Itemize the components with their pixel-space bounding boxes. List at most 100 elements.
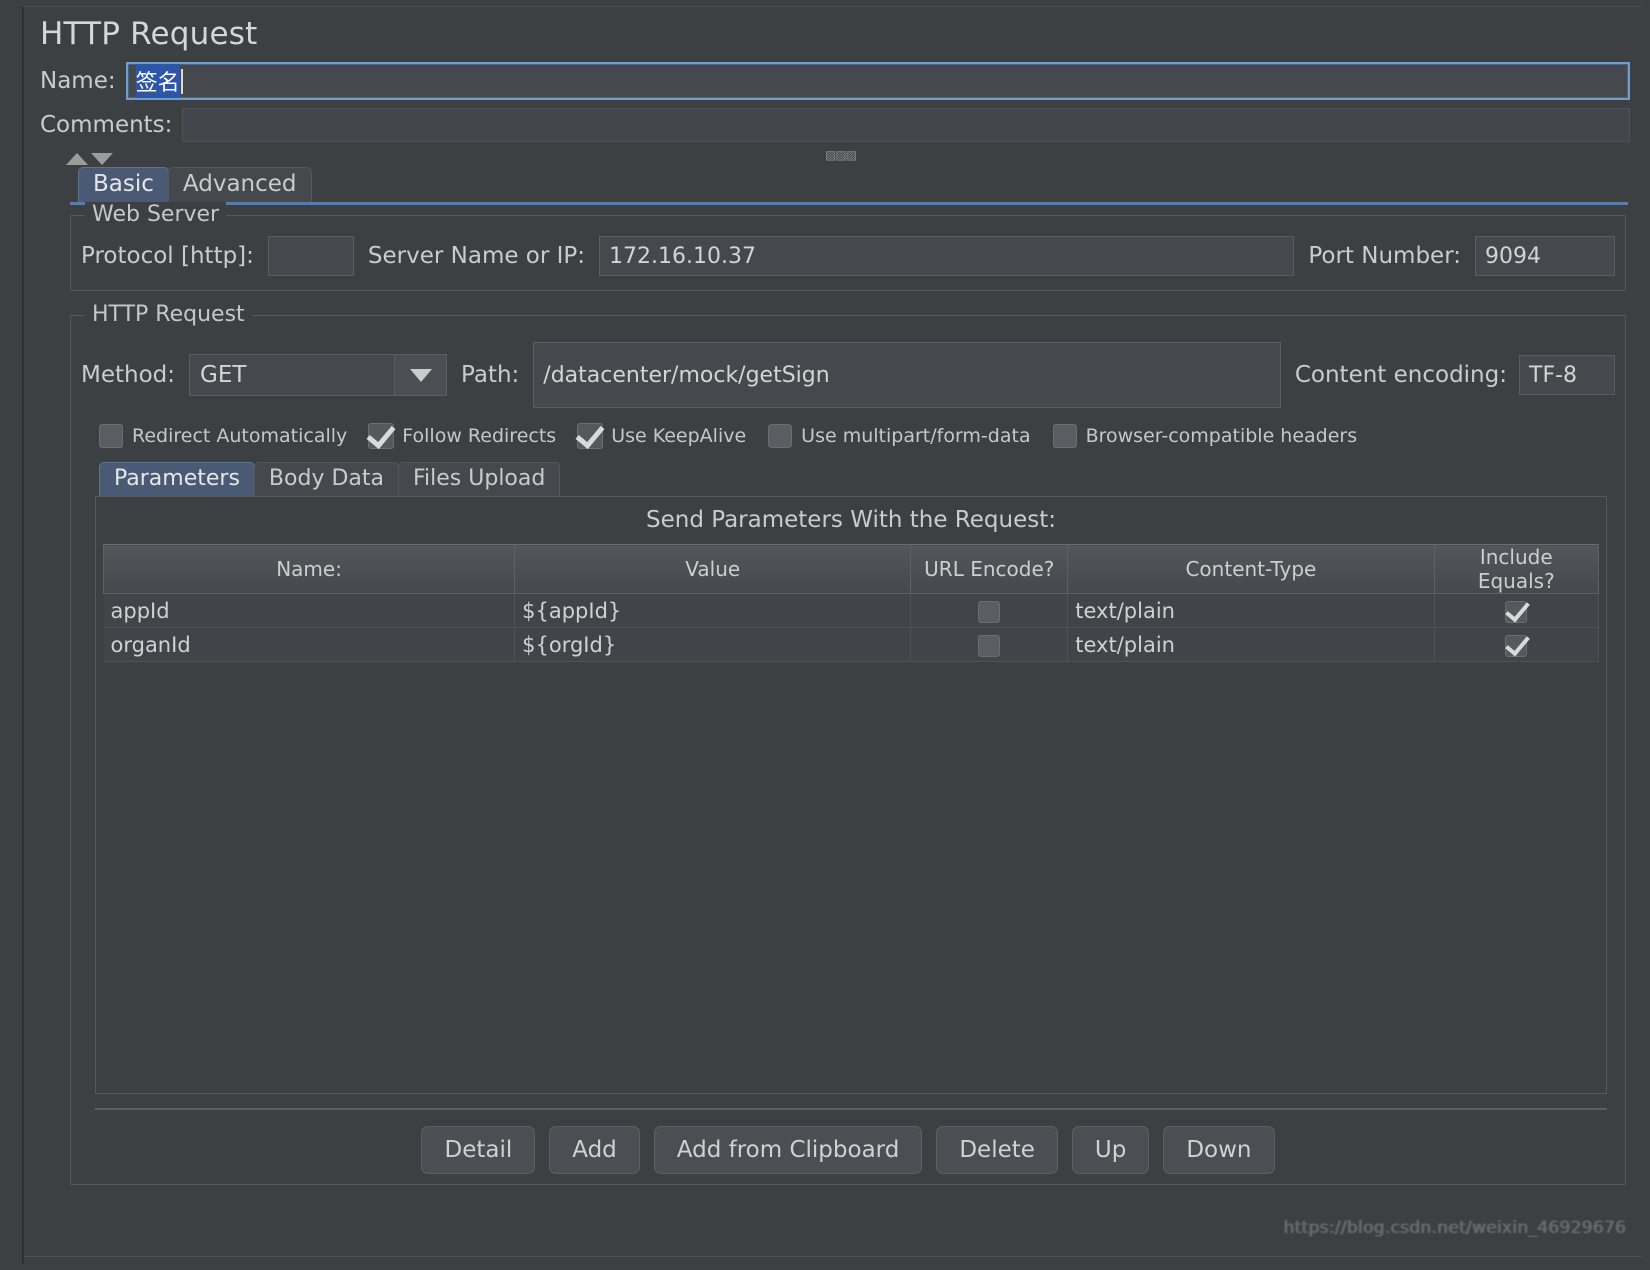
column-header-content-type[interactable]: Content-Type (1067, 544, 1435, 595)
method-select-value: GET (200, 362, 247, 388)
cell-url-encode[interactable] (910, 593, 1069, 629)
option-label-redirect-automatically: Redirect Automatically (132, 425, 348, 447)
checkbox-url-encode-icon[interactable] (978, 600, 1001, 623)
splitter-grip-icon[interactable]: ▨▨▨ (825, 148, 857, 162)
protocol-label: Protocol [http]: (81, 243, 254, 269)
checkbox-follow-redirects-icon[interactable] (368, 423, 395, 449)
text-caret (180, 68, 183, 94)
checkbox-url-encode-icon[interactable] (978, 634, 1001, 657)
detail-button[interactable]: Detail (421, 1126, 536, 1175)
server-input[interactable]: 172.16.10.37 (599, 236, 1295, 276)
parameters-panel: Send Parameters With the Request: Name: … (95, 496, 1607, 1095)
checkbox-include-equals-icon[interactable] (1505, 634, 1528, 657)
cell-value[interactable]: ${appId} (514, 593, 912, 629)
arrow-down-glyph (409, 368, 432, 382)
cell-url-encode[interactable] (910, 627, 1069, 663)
http-request-group-title: HTTP Request (85, 302, 252, 327)
name-row: Name: 签名 (30, 58, 1636, 104)
table-action-buttons: Detail Add Add from Clipboard Delete Up … (81, 1126, 1615, 1175)
web-server-row: Protocol [http]: Server Name or IP: 172.… (81, 236, 1615, 276)
cell-content-type[interactable]: text/plain (1067, 593, 1435, 629)
tab-basic[interactable]: Basic (78, 166, 169, 202)
name-label: Name: (40, 68, 116, 94)
bottom-bar (24, 1256, 1642, 1264)
chevron-down-icon[interactable] (394, 355, 447, 395)
option-browser-compatible-headers[interactable]: Browser-compatible headers (1052, 424, 1358, 448)
tab-files-upload[interactable]: Files Upload (397, 462, 561, 497)
cell-content-type[interactable]: text/plain (1067, 627, 1435, 663)
button-separator (95, 1108, 1607, 1111)
checkbox-redirect-automatically-icon[interactable] (99, 424, 123, 448)
tab-parameters[interactable]: Parameters (99, 462, 255, 497)
method-select[interactable]: GET (189, 354, 448, 396)
option-label-browser-compatible-headers: Browser-compatible headers (1085, 425, 1358, 447)
option-use-keepalive[interactable]: Use KeepAlive (577, 423, 747, 449)
web-server-group-title: Web Server (85, 202, 227, 227)
cell-name[interactable]: organId (103, 627, 516, 663)
collapse-down-icon[interactable] (91, 153, 113, 165)
page-title: HTTP Request (40, 16, 258, 52)
path-input[interactable]: /datacenter/mock/getSign (533, 342, 1281, 408)
cell-include-equals[interactable] (1434, 627, 1600, 663)
splitter[interactable]: ▨▨▨ (30, 146, 1636, 166)
method-label: Method: (81, 362, 176, 388)
name-input-value: 签名 (135, 64, 180, 98)
checkbox-use-multipart-icon[interactable] (768, 424, 793, 448)
add-button[interactable]: Add (549, 1126, 640, 1175)
option-redirect-automatically[interactable]: Redirect Automatically (99, 424, 347, 448)
comments-row: Comments: (30, 104, 1636, 146)
parameters-caption: Send Parameters With the Request: (646, 507, 1056, 534)
port-input[interactable]: 9094 (1475, 236, 1615, 276)
collapse-up-icon[interactable] (66, 153, 88, 165)
column-header-name[interactable]: Name: (102, 544, 516, 595)
content-encoding-value: TF-8 (1529, 362, 1578, 388)
option-follow-redirects[interactable]: Follow Redirects (368, 423, 557, 449)
request-panel: HTTP Request Name: 签名 Comments: ▨▨▨ Basi… (22, 6, 1642, 1264)
table-empty-area[interactable] (103, 662, 1599, 1087)
option-label-use-keepalive: Use KeepAlive (611, 425, 747, 447)
table-row[interactable]: organId ${orgId} text/plain (103, 627, 1600, 663)
column-header-include-equals[interactable]: Include Equals? (1433, 544, 1600, 595)
checkbox-browser-compatible-headers-icon[interactable] (1052, 424, 1077, 448)
option-use-multipart[interactable]: Use multipart/form-data (768, 424, 1031, 448)
table-row[interactable]: appId ${appId} text/plain (103, 593, 1600, 629)
down-button[interactable]: Down (1163, 1126, 1275, 1175)
delete-button[interactable]: Delete (936, 1126, 1058, 1175)
tab-body-data[interactable]: Body Data (253, 462, 399, 497)
comments-input[interactable] (182, 108, 1630, 142)
column-header-value[interactable]: Value (514, 544, 912, 595)
server-label: Server Name or IP: (367, 243, 586, 269)
checkbox-use-keepalive-icon[interactable] (577, 423, 604, 449)
parameters-table: Name: Value URL Encode? Content-Type Inc… (102, 544, 1600, 663)
column-header-url-encode[interactable]: URL Encode? (910, 544, 1069, 595)
name-input[interactable]: 签名 (125, 62, 1630, 100)
port-input-value: 9094 (1485, 243, 1541, 269)
request-options-row: Redirect Automatically Follow Redirects … (99, 423, 1615, 449)
server-input-value: 172.16.10.37 (609, 243, 757, 269)
table-header-row: Name: Value URL Encode? Content-Type Inc… (102, 544, 1600, 595)
web-server-group: Web Server Protocol [http]: Server Name … (70, 202, 1626, 291)
method-path-row: Method: GET Path: /datacenter/mock/getSi… (81, 342, 1615, 408)
tab-underline (70, 202, 1628, 205)
cell-value[interactable]: ${orgId} (514, 627, 912, 663)
content-encoding-input[interactable]: TF-8 (1519, 355, 1615, 395)
port-label: Port Number: (1308, 243, 1461, 269)
http-request-group: HTTP Request Method: GET Path: /datacent… (70, 302, 1626, 1186)
add-from-clipboard-button[interactable]: Add from Clipboard (653, 1126, 923, 1175)
request-data-tabs: Parameters Body Data Files Upload (81, 462, 1615, 497)
watermark: https://blog.csdn.net/weixin_46929676 (1283, 1218, 1626, 1238)
jmeter-http-request-window: HTTP Request Name: 签名 Comments: ▨▨▨ Basi… (0, 0, 1650, 1270)
path-input-value: /datacenter/mock/getSign (543, 362, 830, 388)
option-label-follow-redirects: Follow Redirects (402, 425, 557, 447)
up-button[interactable]: Up (1071, 1126, 1150, 1175)
option-label-use-multipart: Use multipart/form-data (801, 425, 1031, 447)
protocol-input[interactable] (267, 236, 354, 276)
tab-advanced[interactable]: Advanced (167, 166, 312, 202)
cell-name[interactable]: appId (103, 593, 516, 629)
checkbox-include-equals-icon[interactable] (1505, 600, 1528, 623)
main-tabs: Basic Advanced (30, 166, 1636, 202)
cell-include-equals[interactable] (1434, 593, 1600, 629)
content-encoding-label: Content encoding: (1294, 362, 1507, 388)
path-label: Path: (461, 362, 520, 388)
comments-label: Comments: (40, 112, 173, 138)
